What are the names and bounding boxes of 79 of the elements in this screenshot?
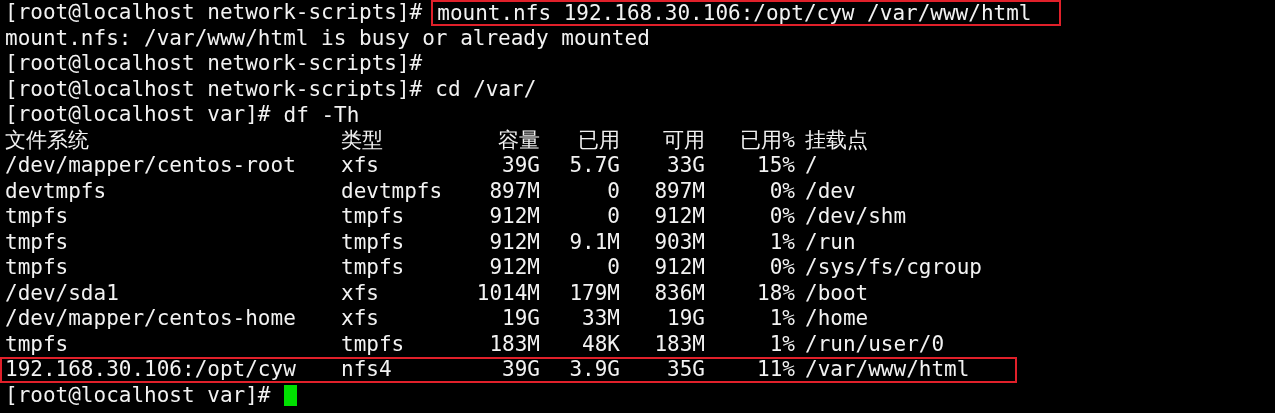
table-cell-text: 912M	[488, 229, 540, 255]
table-cell-text: 903M	[653, 229, 705, 255]
table-cell-text: 0%	[768, 178, 795, 204]
table-cell-text: 3.9G	[568, 359, 620, 381]
table-cell-text: /dev/mapper/centos-home	[5, 306, 297, 332]
table-cell-text: 9.1M	[568, 229, 620, 255]
table-cell-text: 0	[606, 255, 620, 281]
table-cell-text: /var/www/html	[804, 359, 971, 381]
table-cell-text: /dev/sda1	[5, 280, 120, 306]
table-cell-text: 183M	[653, 331, 705, 357]
table-cell-text: tmpfs	[5, 331, 70, 357]
table-cell-text: 897M	[488, 178, 540, 204]
table-cell-text: 19G	[666, 306, 705, 332]
table-cell-text: /run	[804, 229, 857, 255]
column-header: 挂载点	[804, 127, 869, 153]
shell-prompt: [root@localhost network-scripts]#	[5, 76, 423, 102]
table-cell-text: 1%	[768, 229, 795, 255]
table-cell-text: 33M	[581, 306, 620, 332]
table-cell-text: /run/user/0	[804, 331, 946, 357]
table-cell-text: 48K	[581, 331, 620, 357]
table-cell-text: tmpfs	[341, 255, 406, 281]
table-cell-text: 912M	[653, 204, 705, 230]
table-cell-text: 35G	[666, 359, 705, 381]
table-cell-text: 18%	[756, 280, 795, 306]
table-cell-text: /	[804, 153, 819, 179]
table-cell-text: 0%	[768, 255, 795, 281]
table-cell-text: 19G	[501, 306, 540, 332]
command-text: mount.nfs 192.168.30.106:/opt/cyw /var/www/html	[431, 0, 1062, 26]
table-cell-text: tmpfs	[5, 255, 70, 281]
table-cell-text: 39G	[501, 153, 540, 179]
table-cell-text: /home	[804, 306, 870, 332]
table-cell-text: 39G	[501, 359, 540, 381]
table-cell-text: 1%	[768, 331, 795, 357]
table-cell-text: /boot	[804, 280, 870, 306]
shell-prompt: [root@localhost network-scripts]#	[5, 51, 423, 77]
table-cell-text: /sys/fs/cgroup	[804, 255, 983, 281]
shell-prompt: [root@localhost var]#	[5, 102, 271, 128]
table-cell-text: 897M	[653, 178, 705, 204]
table-cell-text: 1%	[768, 306, 795, 332]
table-cell-text: 11%	[756, 359, 795, 381]
table-cell-text: devtmpfs	[341, 178, 444, 204]
shell-prompt: [root@localhost var]#	[5, 382, 271, 408]
table-cell-text: 912M	[488, 204, 540, 230]
table-cell-text: 15%	[756, 153, 795, 179]
table-cell-text: 912M	[653, 255, 705, 281]
table-cell-text: 179M	[568, 280, 620, 306]
table-cell-text: 192.168.30.106:/opt/cyw	[5, 359, 297, 381]
output-text: mount.nfs: /var/www/html is busy or already mounted	[5, 25, 650, 51]
table-cell-text: tmpfs	[5, 229, 70, 255]
table-cell-text: 0	[606, 204, 620, 230]
column-header: 容量	[497, 127, 540, 153]
table-cell-text: /dev/shm	[804, 204, 908, 230]
table-cell-text: 0	[606, 178, 620, 204]
table-cell-text: tmpfs	[341, 229, 406, 255]
table-cell-text: 5.7G	[568, 153, 620, 179]
table-cell-text: 0%	[768, 204, 795, 230]
table-cell-text: 183M	[488, 331, 540, 357]
table-cell-text: 912M	[488, 255, 540, 281]
table-cell-text: 33G	[666, 153, 705, 179]
shell-prompt: [root@localhost network-scripts]#	[5, 0, 423, 26]
table-cell-text: xfs	[341, 306, 380, 332]
column-header: 文件系统	[5, 127, 90, 153]
column-header: 可用	[662, 127, 705, 153]
command-text: cd /var/	[435, 78, 537, 101]
table-cell-text: tmpfs	[341, 204, 406, 230]
table-cell-text: tmpfs	[341, 331, 406, 357]
table-cell-text: nfs4	[341, 359, 393, 381]
column-header: 已用%	[739, 127, 795, 153]
table-cell-text: /dev	[804, 178, 857, 204]
table-cell-text: tmpfs	[5, 204, 70, 230]
command-text: df -Th	[283, 103, 360, 126]
column-header: 已用	[577, 127, 620, 153]
table-cell-text: devtmpfs	[5, 178, 108, 204]
table-cell-text: 836M	[653, 280, 705, 306]
table-cell-text: /dev/mapper/centos-root	[5, 153, 297, 179]
column-header: 类型	[341, 127, 384, 153]
table-cell-text: 1014M	[475, 280, 540, 306]
table-cell-text: xfs	[341, 153, 380, 179]
table-cell-text: xfs	[341, 280, 380, 306]
